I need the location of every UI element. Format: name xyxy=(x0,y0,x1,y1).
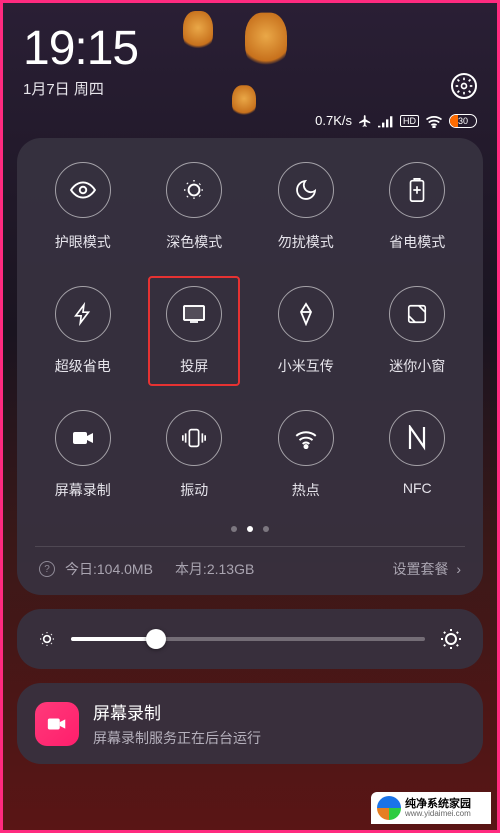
qs-hotspot[interactable]: 热点 xyxy=(250,410,362,500)
qs-label: NFC xyxy=(403,480,432,496)
hd-icon: HD xyxy=(400,115,419,127)
settings-gear-icon[interactable] xyxy=(451,73,477,99)
qs-label: 深色模式 xyxy=(166,232,222,252)
qs-mini-window[interactable]: 迷你小窗 xyxy=(362,286,474,376)
eye-icon xyxy=(70,177,96,203)
qs-label: 迷你小窗 xyxy=(389,356,445,376)
brightness-track[interactable] xyxy=(71,637,425,641)
qs-nfc[interactable]: NFC xyxy=(362,410,474,500)
quick-settings-panel: 护眼模式 深色模式 勿扰模式 省电模式 超级省电 投屏 xyxy=(17,138,483,595)
battery-plus-icon xyxy=(406,177,428,203)
qs-label: 投屏 xyxy=(180,356,208,376)
qs-vibrate[interactable]: 振动 xyxy=(139,410,251,500)
chevron-right-icon: › xyxy=(452,561,461,577)
qs-label: 热点 xyxy=(292,480,320,500)
signal-icon xyxy=(378,114,394,128)
quick-settings-grid: 护眼模式 深色模式 勿扰模式 省电模式 超级省电 投屏 xyxy=(27,162,473,500)
qs-ultra-saver[interactable]: 超级省电 xyxy=(27,286,139,376)
clock-date: 1月7日 周四 xyxy=(23,78,138,99)
share-icon xyxy=(294,302,318,326)
camera-icon xyxy=(71,428,95,448)
cast-icon xyxy=(182,303,206,325)
battery-indicator: 30 xyxy=(449,114,477,128)
bolt-icon xyxy=(72,301,94,327)
dark-mode-icon xyxy=(181,177,207,203)
qs-cast[interactable]: 投屏 xyxy=(139,286,251,376)
qs-eye-care[interactable]: 护眼模式 xyxy=(27,162,139,252)
qs-label: 勿扰模式 xyxy=(278,232,334,252)
clock-time: 19:15 xyxy=(23,21,138,76)
brightness-thumb[interactable] xyxy=(146,629,166,649)
brightness-high-icon xyxy=(439,627,463,651)
qs-label: 振动 xyxy=(180,480,208,500)
watermark-logo-icon xyxy=(377,796,401,820)
qs-dark-mode[interactable]: 深色模式 xyxy=(139,162,251,252)
moon-icon xyxy=(294,178,318,202)
notification-title: 屏幕录制 xyxy=(93,699,261,724)
qs-screen-record[interactable]: 屏幕录制 xyxy=(27,410,139,500)
qs-battery-saver[interactable]: 省电模式 xyxy=(362,162,474,252)
notification-subtitle: 屏幕录制服务正在后台运行 xyxy=(93,728,261,748)
question-icon: ? xyxy=(39,561,55,577)
plan-settings-link[interactable]: 设置套餐 › xyxy=(393,559,461,579)
qs-dnd[interactable]: 勿扰模式 xyxy=(250,162,362,252)
brightness-low-icon xyxy=(37,629,57,649)
qs-label: 超级省电 xyxy=(55,356,111,376)
page-indicator xyxy=(27,526,473,532)
brightness-slider[interactable] xyxy=(17,609,483,669)
screen-record-app-icon xyxy=(35,702,79,746)
nfc-icon xyxy=(406,425,428,451)
airplane-icon xyxy=(358,114,372,128)
qs-label: 屏幕录制 xyxy=(55,480,111,500)
data-usage-row[interactable]: ? 今日:104.0MB 本月:2.13GB 设置套餐 › xyxy=(27,547,473,581)
qs-label: 小米互传 xyxy=(278,356,334,376)
network-speed: 0.7K/s xyxy=(315,113,352,128)
qs-mi-share[interactable]: 小米互传 xyxy=(250,286,362,376)
watermark-badge: 纯净系统家园 www.yidaimei.com xyxy=(371,792,491,824)
window-icon xyxy=(406,303,428,325)
wifi-icon xyxy=(425,114,443,128)
qs-label: 省电模式 xyxy=(389,232,445,252)
qs-label: 护眼模式 xyxy=(55,232,111,252)
hotspot-icon xyxy=(293,427,319,449)
vibrate-icon xyxy=(181,426,207,450)
notification-screen-record[interactable]: 屏幕录制 屏幕录制服务正在后台运行 xyxy=(17,683,483,764)
